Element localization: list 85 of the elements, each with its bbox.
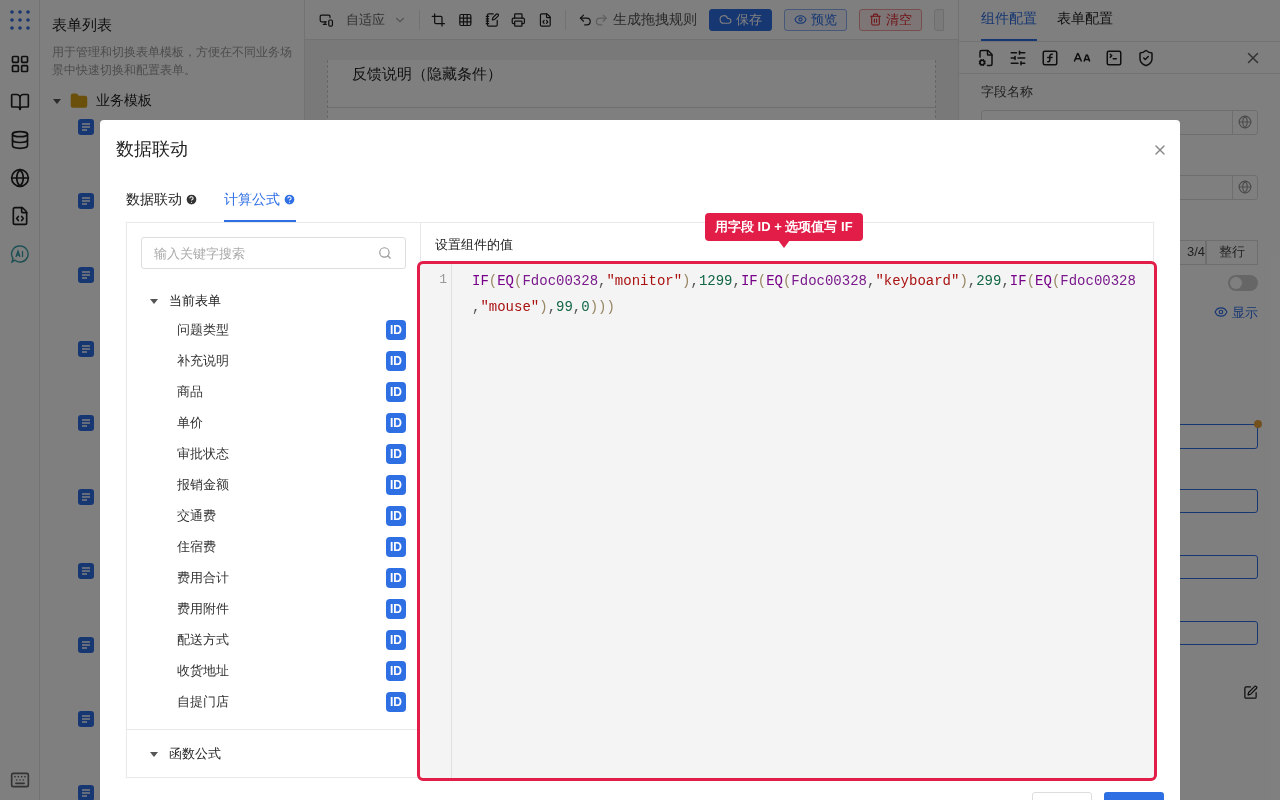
id-badge[interactable]: ID <box>386 567 406 588</box>
width-option[interactable]: 整行 <box>1206 239 1258 265</box>
id-badge[interactable]: ID <box>386 381 406 402</box>
pointer-icon <box>777 240 790 248</box>
field-item[interactable]: 问题类型 <box>177 319 229 340</box>
database-icon[interactable] <box>9 130 30 150</box>
field-item[interactable]: 报销金额 <box>177 474 229 495</box>
help-icon[interactable] <box>185 193 198 206</box>
id-badge[interactable]: ID <box>386 536 406 557</box>
id-badge[interactable]: ID <box>386 350 406 371</box>
field-item[interactable]: 交通费 <box>177 505 216 526</box>
sidebar-title: 表单列表 <box>52 15 113 35</box>
toolbar-button[interactable]: 保存 <box>708 8 772 31</box>
viewport-select[interactable]: 自适应 <box>345 9 407 30</box>
visibility-link[interactable]: 显示 <box>1214 302 1258 322</box>
document-icon <box>78 562 94 579</box>
print-icon[interactable] <box>511 10 527 29</box>
config-tab[interactable]: 表单配置 <box>1057 8 1113 41</box>
editor-label: 设置组件的值 <box>435 236 513 254</box>
field-item[interactable]: 费用附件 <box>177 598 229 619</box>
grid-icon[interactable] <box>9 54 30 74</box>
line-number: 1 <box>439 270 447 289</box>
document-icon <box>78 118 94 135</box>
folder-icon <box>70 91 88 110</box>
group-label[interactable]: 函数公式 <box>169 744 221 764</box>
frame-icon[interactable] <box>431 10 447 29</box>
trash-icon <box>868 13 882 26</box>
id-badge[interactable]: ID <box>386 319 406 340</box>
group-label[interactable]: 当前表单 <box>169 291 221 311</box>
file-code-icon[interactable] <box>538 10 553 29</box>
globe-icon[interactable] <box>9 168 30 188</box>
book-icon[interactable] <box>9 92 30 112</box>
cloud-icon <box>718 13 732 26</box>
function-icon[interactable] <box>1041 48 1059 67</box>
dialog-tab[interactable]: 计算公式 <box>224 189 296 222</box>
document-icon <box>78 340 94 357</box>
code-line: IF(EQ(Fdoc00328,"monitor"),1299,IF(EQ(Fdoc00328,"keyboard"),299,IF(EQ(Fdoc00328 ,"mouse"),99,0))) <box>472 271 1137 317</box>
document-icon <box>78 710 94 727</box>
config-tab[interactable]: 组件配置 <box>981 8 1037 41</box>
shield-icon[interactable] <box>1137 48 1155 67</box>
toggle-switch[interactable] <box>1228 274 1258 291</box>
document-icon <box>78 636 94 653</box>
id-badge[interactable]: ID <box>386 443 406 464</box>
edit-note-icon[interactable] <box>484 10 500 29</box>
edit-icon[interactable] <box>1243 685 1258 700</box>
field-item[interactable]: 商品 <box>177 381 203 402</box>
id-badge[interactable]: ID <box>386 412 406 433</box>
dialog-title: 数据联动 <box>116 138 188 161</box>
file-settings-icon[interactable] <box>977 48 995 67</box>
id-badge[interactable]: ID <box>386 505 406 526</box>
document-icon <box>78 488 94 505</box>
field-item[interactable]: 单价 <box>177 412 203 433</box>
eye-icon <box>793 13 807 26</box>
toolbar-button[interactable]: 预览 <box>783 8 847 31</box>
field-item[interactable]: 收货地址 <box>177 660 229 681</box>
document-icon <box>78 266 94 283</box>
search-field[interactable]: 输入关键字搜索 <box>141 237 406 269</box>
generate-rules-link[interactable]: 生成拖拽规则 <box>612 9 697 30</box>
keyboard-icon[interactable] <box>9 770 30 790</box>
id-badge[interactable]: ID <box>386 660 406 681</box>
callout-tooltip: 用字段 ID + 选项值写 IF <box>705 213 863 248</box>
field-item[interactable]: 审批状态 <box>177 443 229 464</box>
id-badge[interactable]: ID <box>386 598 406 619</box>
apps-logo-icon[interactable] <box>9 10 30 30</box>
eye-icon <box>1214 305 1228 320</box>
field-label: 字段名称 <box>981 83 1034 101</box>
field-item[interactable]: 自提门店 <box>177 691 229 712</box>
document-icon <box>78 192 94 209</box>
expand-caret-icon[interactable] <box>149 749 159 759</box>
terminal-icon[interactable] <box>1105 48 1123 67</box>
field-item[interactable]: 费用合计 <box>177 567 229 588</box>
expand-caret-icon[interactable] <box>149 296 159 306</box>
id-badge[interactable]: ID <box>386 474 406 495</box>
toolbar-button[interactable]: 清空 <box>858 8 922 31</box>
field-item[interactable]: 配送方式 <box>177 629 229 650</box>
id-badge[interactable]: ID <box>386 691 406 712</box>
field-item[interactable]: 住宿费 <box>177 536 216 557</box>
field-item[interactable]: 补充说明 <box>177 350 229 371</box>
field-title: 反馈说明（隐藏条件） <box>352 65 502 82</box>
sliders-icon[interactable] <box>1009 48 1027 67</box>
document-icon <box>78 414 94 431</box>
code-editor[interactable]: 1 IF(EQ(Fdoc00328,"monitor"),1299,IF(EQ(Fdoc00328,"keyboard"),299,IF(EQ(Fdoc00328 ,"mouse"),99,0))) <box>417 260 1157 781</box>
folder-label[interactable]: 业务模板 <box>96 90 152 111</box>
id-badge[interactable]: ID <box>386 629 406 650</box>
dialog-tab[interactable]: 数据联动 <box>126 189 198 222</box>
